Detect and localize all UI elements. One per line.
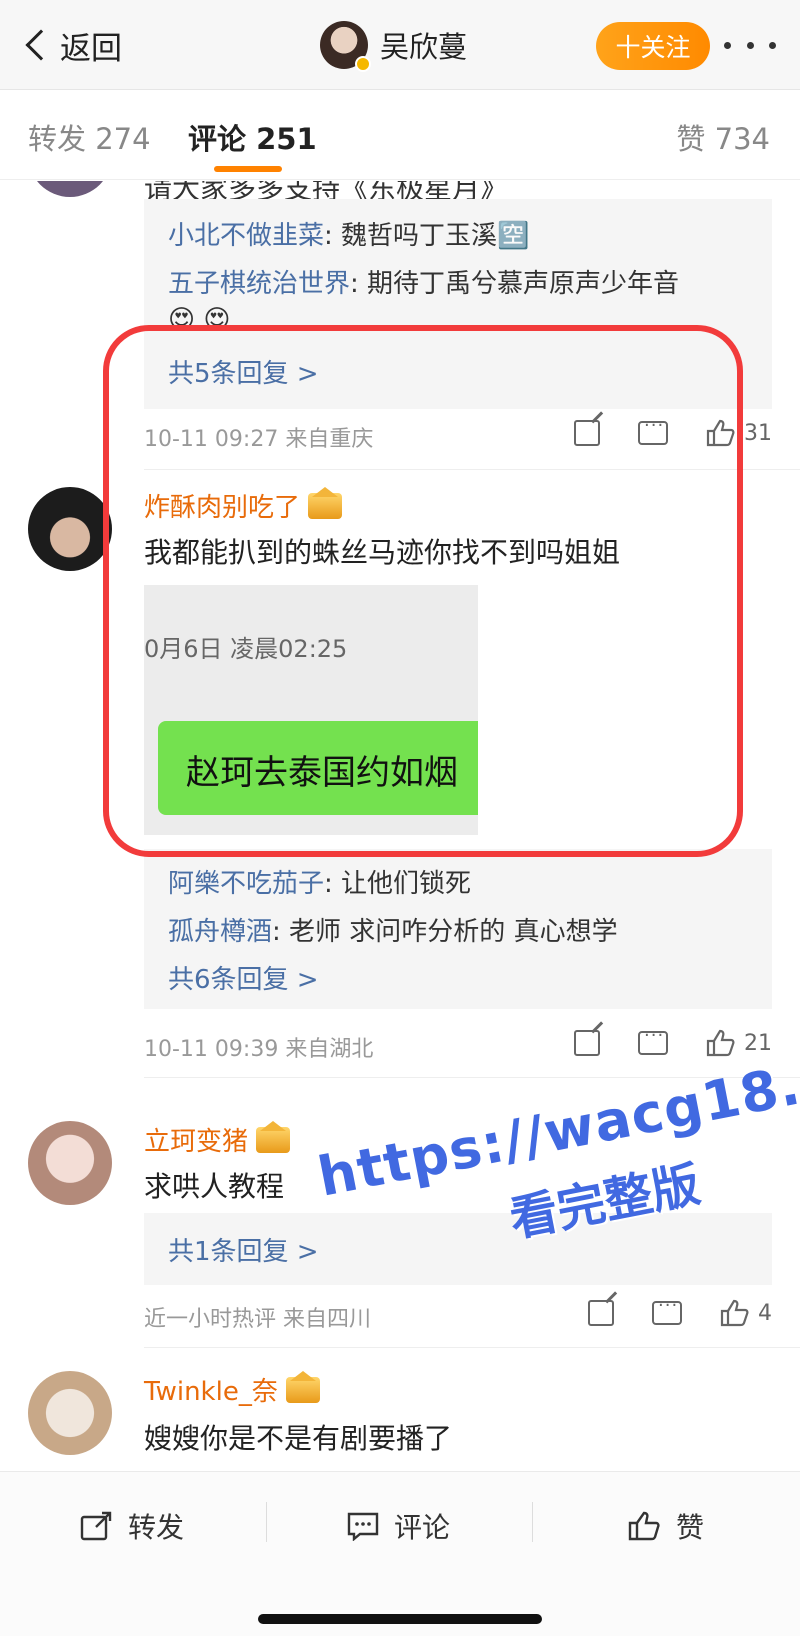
divider [144, 469, 800, 470]
like-icon[interactable] [720, 1299, 750, 1327]
share-icon[interactable] [588, 1300, 614, 1326]
active-tab-indicator [214, 166, 282, 172]
like-button[interactable]: 赞 [628, 1506, 704, 1546]
post-tabs: 转发 274 评论 251 赞 734 [0, 90, 800, 180]
reply-line[interactable]: 孤舟樽酒: 老师 求问咋分析的 真心想学 [168, 911, 618, 948]
share-icon[interactable] [574, 1030, 600, 1056]
reply-preview[interactable]: 共1条回复 > [144, 1213, 772, 1285]
reply-username[interactable]: 阿樂不吃茄子 [168, 869, 324, 899]
comment-list[interactable]: 请大家多多支持《东极星月》 小北不做韭菜: 魏哲吗丁玉溪🈳 五子棋统治世界: 期… [0, 181, 800, 1471]
separator [532, 1502, 533, 1542]
comment-text: 我都能扒到的蛛丝马迹你找不到吗姐姐 [144, 536, 621, 569]
comment-icon[interactable] [638, 1025, 668, 1055]
avatar[interactable] [28, 1121, 112, 1205]
chat-bubble: 赵珂去泰国约如烟 [158, 721, 478, 815]
follow-button[interactable]: 十关注 [596, 22, 710, 70]
like-count: 31 [744, 420, 772, 446]
more-replies-link[interactable]: 共6条回复 > [168, 959, 319, 996]
vip-crown-icon [285, 1370, 320, 1403]
comment-image[interactable]: 0月6日 凌晨02:25 赵珂去泰国约如烟 [144, 585, 478, 835]
reply-line[interactable]: 阿樂不吃茄子: 让他们锁死 [168, 863, 471, 900]
tab-like[interactable]: 赞 734 [676, 116, 770, 158]
comment-username[interactable]: Twinkle_奈 [144, 1370, 320, 1408]
comment-meta: 10-11 09:39 来自湖北 [144, 1037, 374, 1062]
chevron-left-icon [25, 29, 57, 61]
bottom-action-bar: 转发 评论 赞 [0, 1471, 800, 1636]
reply-line[interactable]: 小北不做韭菜: 魏哲吗丁玉溪🈳 [168, 215, 529, 252]
back-button[interactable]: 返回 [22, 22, 122, 68]
comment-icon[interactable] [638, 415, 668, 445]
like-icon [628, 1511, 662, 1541]
back-label: 返回 [60, 30, 122, 67]
reply-preview[interactable]: 小北不做韭菜: 魏哲吗丁玉溪🈳 五子棋统治世界: 期待丁禹兮慕声原声少年音 😍 … [144, 199, 772, 409]
like-count: 4 [758, 1300, 772, 1326]
author-name[interactable]: 吴欣蔓 [380, 24, 467, 66]
comment-meta: 10-11 09:27 来自重庆 [144, 427, 374, 452]
repost-label: 转发 [128, 1511, 185, 1544]
share-icon [80, 1511, 114, 1541]
like-icon[interactable] [706, 419, 736, 447]
comment-username[interactable]: 立珂变猪 [144, 1120, 291, 1158]
comment-button[interactable]: 评论 [346, 1506, 450, 1546]
comment-username[interactable]: 炸酥肉别吃了 [144, 486, 343, 524]
image-timestamp: 0月6日 凌晨02:25 [144, 635, 348, 663]
vip-crown-icon [308, 486, 343, 519]
author-info[interactable]: 吴欣蔓 [320, 20, 467, 72]
repost-button[interactable]: 转发 [80, 1506, 184, 1546]
more-replies-link[interactable]: 共1条回复 > [168, 1231, 319, 1268]
reply-line[interactable]: 五子棋统治世界: 期待丁禹兮慕声原声少年音 [168, 263, 679, 300]
like-label: 赞 [676, 1511, 705, 1544]
reply-username[interactable]: 孤舟樽酒 [168, 917, 272, 947]
comment-label: 评论 [394, 1511, 451, 1544]
reply-username[interactable]: 小北不做韭菜 [168, 221, 324, 251]
avatar[interactable] [28, 1371, 112, 1455]
author-avatar[interactable] [320, 21, 371, 72]
separator [266, 1502, 267, 1542]
tab-repost[interactable]: 转发 274 [28, 116, 151, 158]
verified-badge-icon [355, 56, 371, 72]
reply-username[interactable]: 五子棋统治世界 [168, 269, 350, 299]
more-replies-link[interactable]: 共5条回复 > [168, 353, 319, 390]
more-options-icon[interactable] [724, 30, 776, 60]
reply-preview[interactable]: 阿樂不吃茄子: 让他们锁死 孤舟樽酒: 老师 求问咋分析的 真心想学 共6条回复… [144, 849, 772, 1009]
chat-bubble-text: 赵珂去泰国约如烟 [186, 753, 458, 793]
top-nav-bar: 返回 吴欣蔓 十关注 [0, 0, 800, 90]
comment-icon[interactable] [652, 1295, 682, 1325]
tab-comment[interactable]: 评论 251 [188, 116, 317, 158]
like-count: 21 [744, 1030, 772, 1056]
divider [144, 1077, 800, 1078]
comment-icon [346, 1511, 380, 1542]
comment-meta: 近一小时热评 来自四川 [144, 1307, 371, 1332]
vip-crown-icon [256, 1120, 291, 1153]
emoji-line: 😍 😍 [168, 305, 231, 335]
comment-actions: 31 [536, 415, 772, 447]
home-indicator [258, 1614, 542, 1624]
comment-text: 求哄人教程 [144, 1170, 285, 1203]
avatar[interactable] [28, 181, 112, 197]
avatar[interactable] [28, 487, 112, 571]
comment-text: 嫂嫂你是不是有剧要播了 [144, 1422, 453, 1455]
comment-actions: 21 [536, 1025, 772, 1057]
like-icon[interactable] [706, 1029, 736, 1057]
divider [144, 1347, 800, 1348]
comment-actions: 4 [550, 1295, 772, 1327]
share-icon[interactable] [574, 420, 600, 446]
